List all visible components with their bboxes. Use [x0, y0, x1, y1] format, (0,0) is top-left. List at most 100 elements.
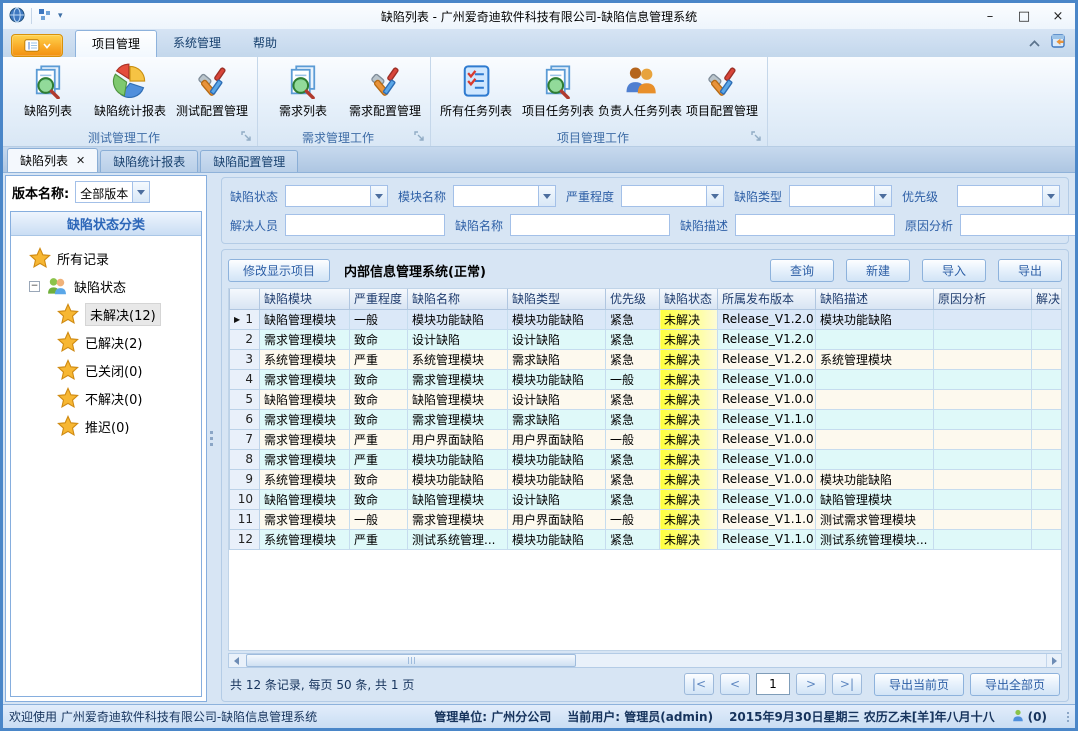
tree-item-6[interactable]: 不解决(0) — [15, 384, 197, 412]
grid-cell[interactable]: 测试需求管理模块 — [816, 509, 934, 529]
grid-row[interactable]: 5缺陷管理模块致命缺陷管理模块设计缺陷紧急未解决Release_V1.0.0 — [230, 389, 1063, 409]
grid-cell[interactable]: 一般 — [606, 429, 660, 449]
grid-row[interactable]: 7需求管理模块严重用户界面缺陷用户界面缺陷一般未解决Release_V1.0.0 — [230, 429, 1063, 449]
grid-cell[interactable]: 一般 — [350, 309, 408, 329]
new-button[interactable]: 新建 — [846, 259, 910, 282]
grid-row[interactable]: 8需求管理模块严重模块功能缺陷模块功能缺陷紧急未解决Release_V1.0.0 — [230, 449, 1063, 469]
grid-cell[interactable]: 缺陷管理模块 — [260, 389, 350, 409]
grid-cell[interactable] — [1032, 409, 1063, 429]
grid-cell[interactable]: 严重 — [350, 449, 408, 469]
grid-cell[interactable]: 紧急 — [606, 449, 660, 469]
grid-cell[interactable]: 致命 — [350, 409, 408, 429]
grid-cell[interactable]: 紧急 — [606, 469, 660, 489]
ribbon-tab-3[interactable]: 帮助 — [237, 30, 293, 57]
grid-column-header[interactable]: 缺陷状态 — [660, 289, 718, 309]
grid-cell[interactable]: 需求管理模块 — [260, 369, 350, 389]
grid-cell[interactable]: 需求管理模块 — [260, 509, 350, 529]
grid-cell[interactable] — [1032, 329, 1063, 349]
grid-column-header[interactable]: 严重程度 — [350, 289, 408, 309]
grid-cell[interactable]: 模块功能缺陷 — [408, 449, 508, 469]
grid-column-header[interactable]: 原因分析 — [934, 289, 1032, 309]
grid-cell[interactable] — [934, 509, 1032, 529]
doc-tab-3[interactable]: 缺陷配置管理 — [200, 150, 298, 172]
filter-combobox[interactable] — [621, 185, 724, 207]
grid-cell[interactable]: 用户界面缺陷 — [508, 509, 606, 529]
grid-cell[interactable]: 致命 — [350, 369, 408, 389]
grid-cell[interactable]: 严重 — [350, 349, 408, 369]
collapse-ribbon-icon[interactable] — [1029, 36, 1040, 50]
grid-cell[interactable]: 测试系统管理模块... — [816, 529, 934, 549]
status-cell[interactable]: 未解决 — [660, 529, 718, 549]
scroll-left-icon[interactable] — [229, 654, 244, 667]
grid-cell[interactable]: 缺陷管理模块 — [260, 309, 350, 329]
prev-page-button[interactable]: < — [720, 673, 750, 695]
grid-column-header[interactable]: 缺陷类型 — [508, 289, 606, 309]
grid-column-header[interactable]: 缺陷模块 — [260, 289, 350, 309]
grid-cell[interactable] — [816, 449, 934, 469]
grid-cell[interactable] — [1032, 429, 1063, 449]
grid-cell[interactable]: 系统管理模块 — [408, 349, 508, 369]
grid-cell[interactable]: Release_V1.0.0 — [718, 469, 816, 489]
grid-cell[interactable]: 模块功能缺陷 — [816, 469, 934, 489]
grid-cell[interactable]: 缺陷管理模块 — [816, 489, 934, 509]
grid-cell[interactable]: 模块功能缺陷 — [408, 309, 508, 329]
grid-cell[interactable]: 缺陷管理模块 — [408, 489, 508, 509]
scroll-right-icon[interactable] — [1046, 654, 1061, 667]
status-cell[interactable]: 未解决 — [660, 309, 718, 329]
filter-input[interactable] — [285, 214, 445, 236]
grid-cell[interactable]: 需求管理模块 — [260, 409, 350, 429]
grid-cell[interactable]: Release_V1.2.0 — [718, 309, 816, 329]
grid-cell[interactable] — [1032, 369, 1063, 389]
combobox-dropdown-icon[interactable] — [874, 186, 891, 206]
scrollbar-thumb[interactable] — [246, 654, 576, 667]
filter-combobox[interactable] — [453, 185, 556, 207]
grid-cell[interactable]: 系统管理模块 — [260, 529, 350, 549]
combobox-dropdown-icon[interactable] — [1042, 186, 1059, 206]
status-cell[interactable]: 未解决 — [660, 389, 718, 409]
dialog-launcher-icon[interactable] — [751, 131, 763, 143]
style-switch-icon[interactable] — [1050, 33, 1067, 52]
grid-cell[interactable] — [1032, 529, 1063, 549]
ribbon-tab-1[interactable]: 项目管理 — [75, 30, 157, 57]
ribbon-button-doc-search-2-1[interactable]: 需求列表 — [262, 60, 344, 121]
last-page-button[interactable]: >| — [832, 673, 862, 695]
grid-cell[interactable]: Release_V1.1.0 — [718, 509, 816, 529]
grid-cell[interactable]: 缺陷管理模块 — [260, 489, 350, 509]
grid-cell[interactable]: 致命 — [350, 489, 408, 509]
filter-input[interactable] — [735, 214, 895, 236]
quick-access-icon[interactable] — [38, 8, 52, 25]
grid-row[interactable]: ▶1缺陷管理模块一般模块功能缺陷模块功能缺陷紧急未解决Release_V1.2.… — [230, 309, 1063, 329]
grid-cell[interactable] — [934, 349, 1032, 369]
grid-cell[interactable]: 紧急 — [606, 389, 660, 409]
row-header[interactable]: 10 — [230, 489, 260, 509]
grid-row[interactable]: 4需求管理模块致命需求管理模块模块功能缺陷一般未解决Release_V1.0.0 — [230, 369, 1063, 389]
tree-item-1[interactable]: 所有记录 — [15, 244, 197, 272]
grid-cell[interactable] — [816, 369, 934, 389]
grid-cell[interactable]: 紧急 — [606, 409, 660, 429]
grid-cell[interactable]: 模块功能缺陷 — [508, 369, 606, 389]
ribbon-button-pie-chart-1-2[interactable]: 缺陷统计报表 — [89, 60, 171, 121]
grid-cell[interactable]: 模块功能缺陷 — [408, 469, 508, 489]
grid-cell[interactable]: 设计缺陷 — [508, 329, 606, 349]
tree-item-2[interactable]: −缺陷状态 — [15, 272, 197, 300]
grid-cell[interactable] — [934, 429, 1032, 449]
combobox-dropdown-icon[interactable] — [132, 182, 149, 202]
horizontal-scrollbar[interactable] — [228, 653, 1062, 668]
grid-cell[interactable]: 紧急 — [606, 329, 660, 349]
grid-cell[interactable]: 需求管理模块 — [260, 429, 350, 449]
combobox-dropdown-icon[interactable] — [370, 186, 387, 206]
export-button[interactable]: 导出 — [998, 259, 1062, 282]
ribbon-button-doc-search-3-2[interactable]: 项目任务列表 — [517, 60, 599, 121]
grid-cell[interactable]: 需求管理模块 — [408, 509, 508, 529]
grid-cell[interactable] — [1032, 309, 1063, 329]
ribbon-button-tools-1-3[interactable]: 测试配置管理 — [171, 60, 253, 121]
grid-cell[interactable]: 需求缺陷 — [508, 409, 606, 429]
quick-access-dropdown-icon[interactable]: ▾ — [58, 11, 63, 21]
status-cell[interactable]: 未解决 — [660, 449, 718, 469]
ribbon-button-tools-3-4[interactable]: 项目配置管理 — [681, 60, 763, 121]
grid-column-header[interactable]: 缺陷描述 — [816, 289, 934, 309]
ribbon-button-tools-2-2[interactable]: 需求配置管理 — [344, 60, 426, 121]
ribbon-button-people-3-3[interactable]: 负责人任务列表 — [599, 60, 681, 121]
resize-grip[interactable] — [1067, 712, 1069, 722]
filter-combobox[interactable] — [789, 185, 892, 207]
